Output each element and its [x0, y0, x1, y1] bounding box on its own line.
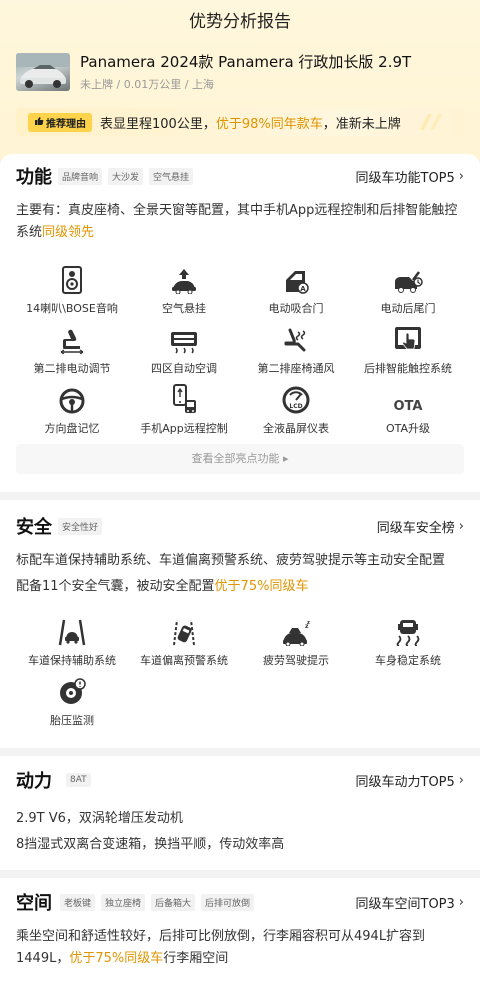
car-summary[interactable]: Panamera 2024款 Panamera 行政加长版 2.9T 未上牌 /…	[0, 52, 480, 92]
function-description: 主要有：真皮座椅、全景天窗等配置，其中手机App远程控制和后排智能触控系统同级领…	[16, 203, 458, 240]
feature-item: 14喇叭\BOSE音响	[16, 264, 128, 324]
feature-item: 电动后尾门	[352, 264, 464, 324]
phone-remote-icon	[170, 384, 198, 414]
feature-item: 车道保持辅助系统	[16, 616, 128, 676]
steering-wheel-icon	[59, 384, 85, 414]
tag: 老板键	[60, 893, 96, 911]
section-divider	[0, 492, 480, 500]
feature-item: 胎压监测	[16, 676, 128, 736]
recommend-badge: 推荐理由	[28, 112, 92, 132]
power-top5-link[interactable]: 同级车动力TOP5 ›	[356, 771, 465, 790]
feature-item: LCD 全液晶屏仪表	[240, 384, 352, 444]
tag: 空气悬挂	[149, 167, 194, 185]
chevron-right-icon: ›	[458, 894, 464, 910]
feature-item: 四区自动空调	[128, 324, 240, 384]
power-seat-icon	[58, 324, 86, 354]
chevron-right-icon: ›	[458, 772, 464, 788]
chevron-right-icon: ›	[458, 168, 464, 184]
lcd-gauge-icon: LCD	[282, 384, 310, 414]
space-top3-link[interactable]: 同级车空间TOP3 ›	[356, 893, 465, 912]
tag: 后排可放倒	[201, 893, 255, 911]
car-name: Panamera 2024款 Panamera 行政加长版 2.9T	[80, 53, 412, 71]
svg-text:LCD: LCD	[289, 403, 302, 410]
function-top5-link[interactable]: 同级车功能TOP5 ›	[356, 167, 465, 186]
car-thumbnail	[16, 53, 70, 91]
feature-item: 第二排电动调节	[16, 324, 128, 384]
seat-ventilation-icon	[282, 324, 310, 354]
section-divider	[0, 870, 480, 878]
svg-text:A: A	[300, 285, 306, 293]
space-description: 乘坐空间和舒适性较好，后排可比例放倒，行李厢容积可从494L扩容到1449L，优…	[16, 929, 426, 966]
tag: 品牌音响	[58, 167, 103, 185]
stability-control-icon	[394, 616, 422, 646]
safety-feature-grid: 车道保持辅助系统 车道偏离预警系统 zz 疲劳驾驶提示 车身稳定系统 胎压监测	[16, 616, 464, 736]
fatigue-alert-icon: zz	[281, 616, 311, 646]
chevron-right-icon: ›	[458, 518, 464, 534]
tag: 后备箱大	[151, 893, 196, 911]
section-title-space: 空间	[16, 893, 52, 914]
sparkle-decoration-icon	[420, 114, 442, 130]
function-feature-grid: 14喇叭\BOSE音响 空气悬挂 A 电动吸合门 电动后尾门 第二排电动调节 四…	[16, 264, 464, 444]
tag: 安全性好	[58, 517, 103, 535]
tag: 8AT	[66, 773, 91, 787]
lane-departure-icon	[170, 616, 198, 646]
safety-ranking-link[interactable]: 同级车安全榜 ›	[377, 517, 464, 536]
power-section: 动力 8AT 同级车动力TOP5 › 2.9T V6，双涡轮增压发动机 8挡湿式双…	[0, 756, 480, 870]
feature-item: 空气悬挂	[128, 264, 240, 324]
feature-item: 手机App远程控制	[128, 384, 240, 444]
feature-item: OTA OTA升级	[352, 384, 464, 444]
feature-item: 车道偏离预警系统	[128, 616, 240, 676]
view-all-features-button[interactable]: 查看全部亮点功能 ▸	[16, 444, 464, 474]
tag: 独立座椅	[101, 893, 146, 911]
ota-icon: OTA	[393, 399, 423, 414]
header: 优势分析报告 Panamera 2024款 Panamera 行政加长版 2.9…	[0, 0, 480, 160]
feature-item: 方向盘记忆	[16, 384, 128, 444]
soft-close-door-icon: A	[283, 264, 309, 294]
safety-description: 标配车道保持辅助系统、车道偏离预警系统、疲劳驾驶提示等主动安全配置 配备11个安…	[16, 553, 446, 594]
section-title-power: 动力	[16, 771, 52, 792]
section-title-function: 功能	[16, 167, 52, 188]
car-meta: 未上牌 / 0.01万公里 / 上海	[80, 78, 214, 91]
power-description: 2.9T V6，双涡轮增压发动机 8挡湿式双离合变速箱，换挡平顺，传动效率高	[16, 811, 285, 852]
tag: 大沙发	[108, 167, 144, 185]
function-section: 功能 品牌音响 大沙发 空气悬挂 同级车功能TOP5 › 主要有：真皮座椅、全景天…	[0, 154, 480, 492]
power-tailgate-icon	[393, 264, 423, 294]
space-section: 空间 老板键 独立座椅 后备箱大 后排可放倒 同级车空间TOP3 › 乘坐空间和舒…	[0, 878, 480, 999]
lane-keep-icon	[58, 616, 86, 646]
feature-item: 第二排座椅通风	[240, 324, 352, 384]
thumbs-up-icon	[34, 116, 44, 129]
tire-pressure-icon	[58, 676, 86, 706]
feature-item: A 电动吸合门	[240, 264, 352, 324]
section-divider	[0, 748, 480, 756]
page-title: 优势分析报告	[189, 12, 291, 32]
feature-item: 后排智能触控系统	[352, 324, 464, 384]
svg-text:z: z	[307, 620, 310, 626]
feature-item: zz 疲劳驾驶提示	[240, 616, 352, 676]
air-suspension-icon	[170, 264, 198, 294]
touch-control-icon	[394, 324, 422, 354]
recommend-text: 表显里程100公里，优于98%同年款车，准新未上牌	[100, 116, 401, 132]
feature-item: 车身稳定系统	[352, 616, 464, 676]
safety-section: 安全 安全性好 同级车安全榜 › 标配车道保持辅助系统、车道偏离预警系统、疲劳驾驶…	[0, 500, 480, 748]
climate-control-icon	[170, 324, 198, 354]
speaker-icon	[61, 264, 83, 294]
section-title-safety: 安全	[16, 517, 52, 538]
recommend-reason-bar: 推荐理由 表显里程100公里，优于98%同年款车，准新未上牌	[16, 108, 464, 136]
